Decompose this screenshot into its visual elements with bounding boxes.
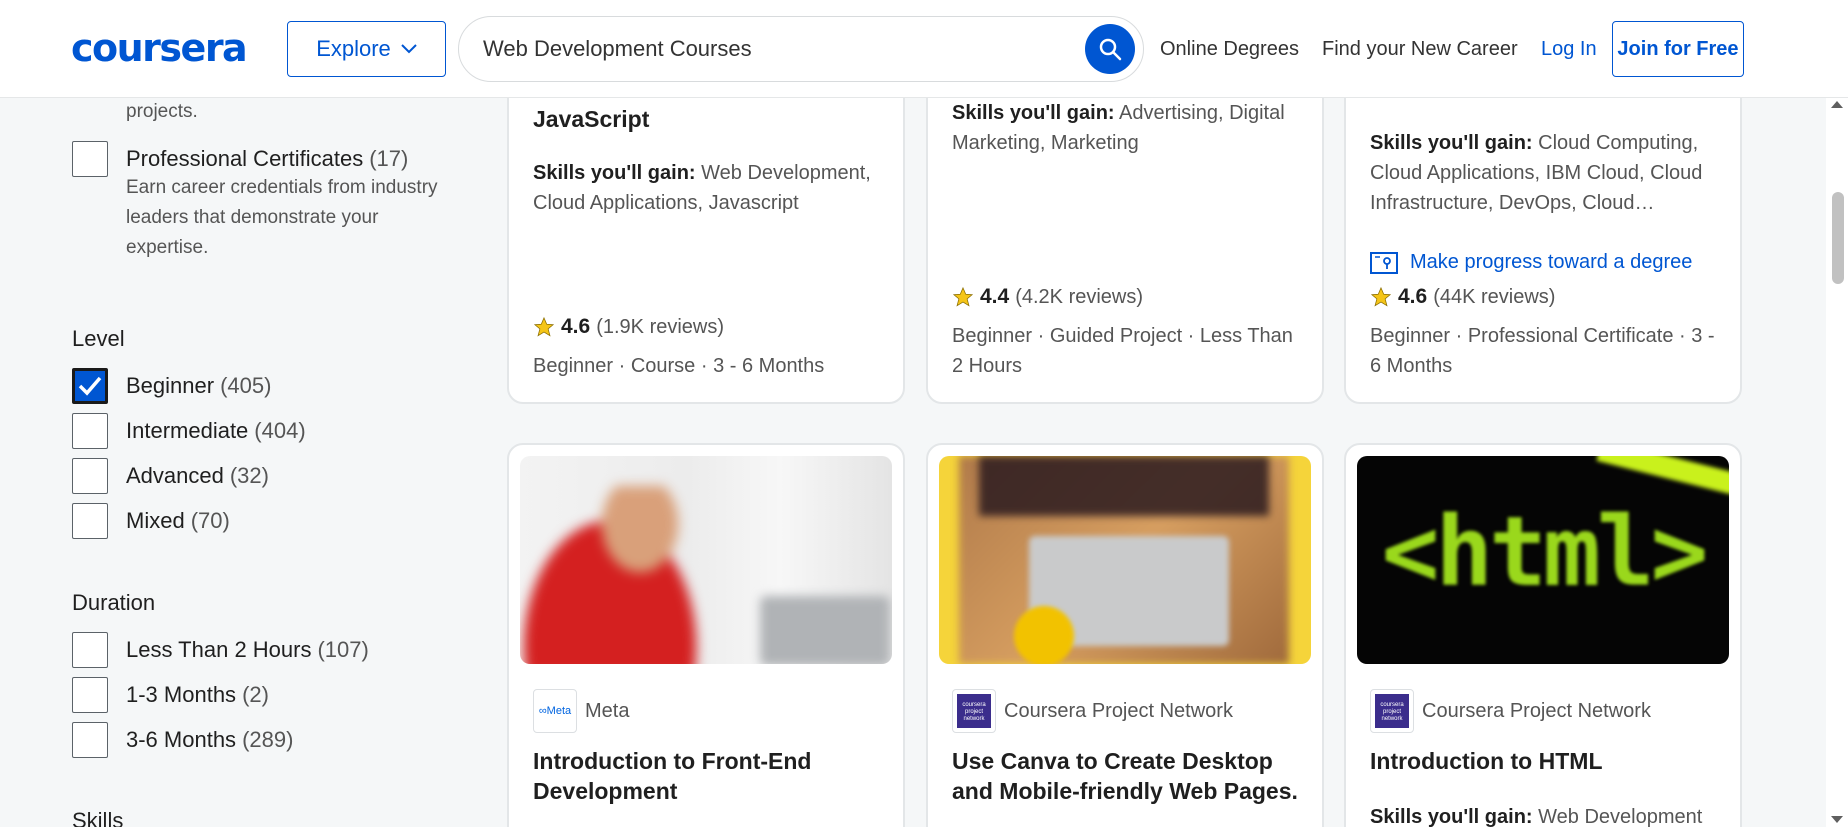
filter-label-beginner: Beginner (405) xyxy=(126,373,272,398)
checkbox-1-3-months[interactable] xyxy=(72,677,108,713)
checkmark-icon xyxy=(78,376,102,396)
partner-name: Coursera Project Network xyxy=(1004,699,1233,722)
checkbox-less-than-2-hours[interactable] xyxy=(72,632,108,668)
filter-label-mixed: Mixed (70) xyxy=(126,508,230,533)
accent-stroke xyxy=(1596,456,1729,495)
course-card[interactable]: ∞Meta Meta Introduction to Front-End Dev… xyxy=(507,443,905,827)
course-rating: 4.6 (44K reviews) xyxy=(1370,285,1720,309)
coursera-project-network-logo: coursera project network xyxy=(952,689,996,733)
filter-description: projects. xyxy=(126,101,198,122)
course-skills: Skills you'll gain: Cloud Computing, Clo… xyxy=(1370,132,1703,214)
course-card[interactable]: coursera project network Coursera Projec… xyxy=(926,443,1324,827)
filter-label-professional-certificates: Professional Certificates (17) xyxy=(126,146,409,171)
coursera-project-network-logo: coursera project network xyxy=(1370,689,1414,733)
course-title[interactable]: JavaScript xyxy=(533,104,883,134)
search-icon xyxy=(1099,38,1122,61)
checkbox-mixed[interactable] xyxy=(72,503,108,539)
join-for-free-button[interactable]: Join for Free xyxy=(1612,21,1744,77)
course-meta: Beginner · Professional Certificate · 3 … xyxy=(1370,325,1715,377)
course-thumbnail[interactable]: <html> xyxy=(1357,456,1729,664)
star-icon xyxy=(533,316,555,337)
search-button[interactable] xyxy=(1085,24,1135,74)
partner-name: Meta xyxy=(585,699,630,722)
partner-name: Coursera Project Network xyxy=(1422,699,1651,722)
skills-section-title: Skills xyxy=(72,808,124,827)
html-tag-graphic: <html> xyxy=(1381,496,1709,608)
scroll-down-arrow-icon[interactable] xyxy=(1830,815,1844,825)
partner-row: coursera project network Coursera Projec… xyxy=(952,689,1233,733)
checkbox-intermediate[interactable] xyxy=(72,413,108,449)
top-header: coursera Explore Online Degrees Find you… xyxy=(0,0,1848,97)
nav-online-degrees[interactable]: Online Degrees xyxy=(1160,38,1299,61)
partner-row: coursera project network Coursera Projec… xyxy=(1370,689,1651,733)
scrollbar-thumb[interactable] xyxy=(1832,192,1844,284)
chevron-down-icon xyxy=(401,44,417,54)
course-card[interactable]: <html> coursera project network Coursera… xyxy=(1344,443,1742,827)
course-title[interactable]: Introduction to HTML xyxy=(1370,746,1720,776)
checkbox-professional-certificates[interactable] xyxy=(72,141,108,177)
person-figure xyxy=(520,486,720,664)
course-rating: 4.6 (1.9K reviews) xyxy=(533,315,883,339)
filter-description-professional-certificates: Earn career credentials from industry le… xyxy=(126,177,438,258)
login-link[interactable]: Log In xyxy=(1541,38,1597,61)
duration-section-title: Duration xyxy=(72,590,156,615)
checkbox-3-6-months[interactable] xyxy=(72,722,108,758)
checkbox-beginner[interactable] xyxy=(72,368,108,404)
search-input[interactable] xyxy=(483,17,1043,81)
filter-sidebar: projects. Professional Certificates (17) … xyxy=(0,97,500,827)
course-title[interactable]: Introduction to Front-End Development xyxy=(533,746,883,806)
course-skills: Skills you'll gain: Web Development, Clo… xyxy=(533,162,871,214)
course-thumbnail[interactable] xyxy=(939,456,1311,664)
nav-find-career[interactable]: Find your New Career xyxy=(1322,38,1518,61)
explore-label: Explore xyxy=(316,36,391,61)
filter-label-1-3-months: 1-3 Months (2) xyxy=(126,682,269,707)
search-box xyxy=(458,16,1144,82)
filter-label-3-6-months: 3-6 Months (289) xyxy=(126,727,294,752)
filter-label-intermediate: Intermediate (404) xyxy=(126,418,306,443)
page-scrollbar[interactable] xyxy=(1826,97,1848,827)
course-thumbnail[interactable] xyxy=(520,456,892,664)
top-dark-area xyxy=(979,456,1269,516)
checkbox-advanced[interactable] xyxy=(72,458,108,494)
explore-button[interactable]: Explore xyxy=(287,21,446,77)
meta-logo: ∞Meta xyxy=(533,689,577,733)
filter-label-advanced: Advanced (32) xyxy=(126,463,269,488)
degree-icon xyxy=(1370,251,1398,274)
course-skills: Skills you'll gain: Advertising, Digital… xyxy=(952,102,1285,154)
partner-row: ∞Meta Meta xyxy=(533,689,629,733)
star-icon xyxy=(952,286,974,307)
course-meta: Beginner · Course · 3 - 6 Months xyxy=(533,355,825,377)
level-section-title: Level xyxy=(72,326,125,351)
scroll-up-arrow-icon[interactable] xyxy=(1830,99,1844,109)
star-icon xyxy=(1370,286,1392,307)
laptop-shape xyxy=(760,596,890,664)
coursera-logo[interactable]: coursera xyxy=(71,28,248,68)
phone-shape xyxy=(1014,606,1074,664)
course-skills: Skills you'll gain: Web Development xyxy=(1370,806,1703,827)
degree-progress-link[interactable]: Make progress toward a degree xyxy=(1370,251,1720,274)
course-meta: Beginner · Guided Project · Less Than 2 … xyxy=(952,325,1293,377)
filter-label-less-than-2-hours: Less Than 2 Hours (107) xyxy=(126,637,369,662)
course-rating: 4.4 (4.2K reviews) xyxy=(952,285,1302,309)
course-title[interactable]: Use Canva to Create Desktop and Mobile-f… xyxy=(952,746,1302,806)
